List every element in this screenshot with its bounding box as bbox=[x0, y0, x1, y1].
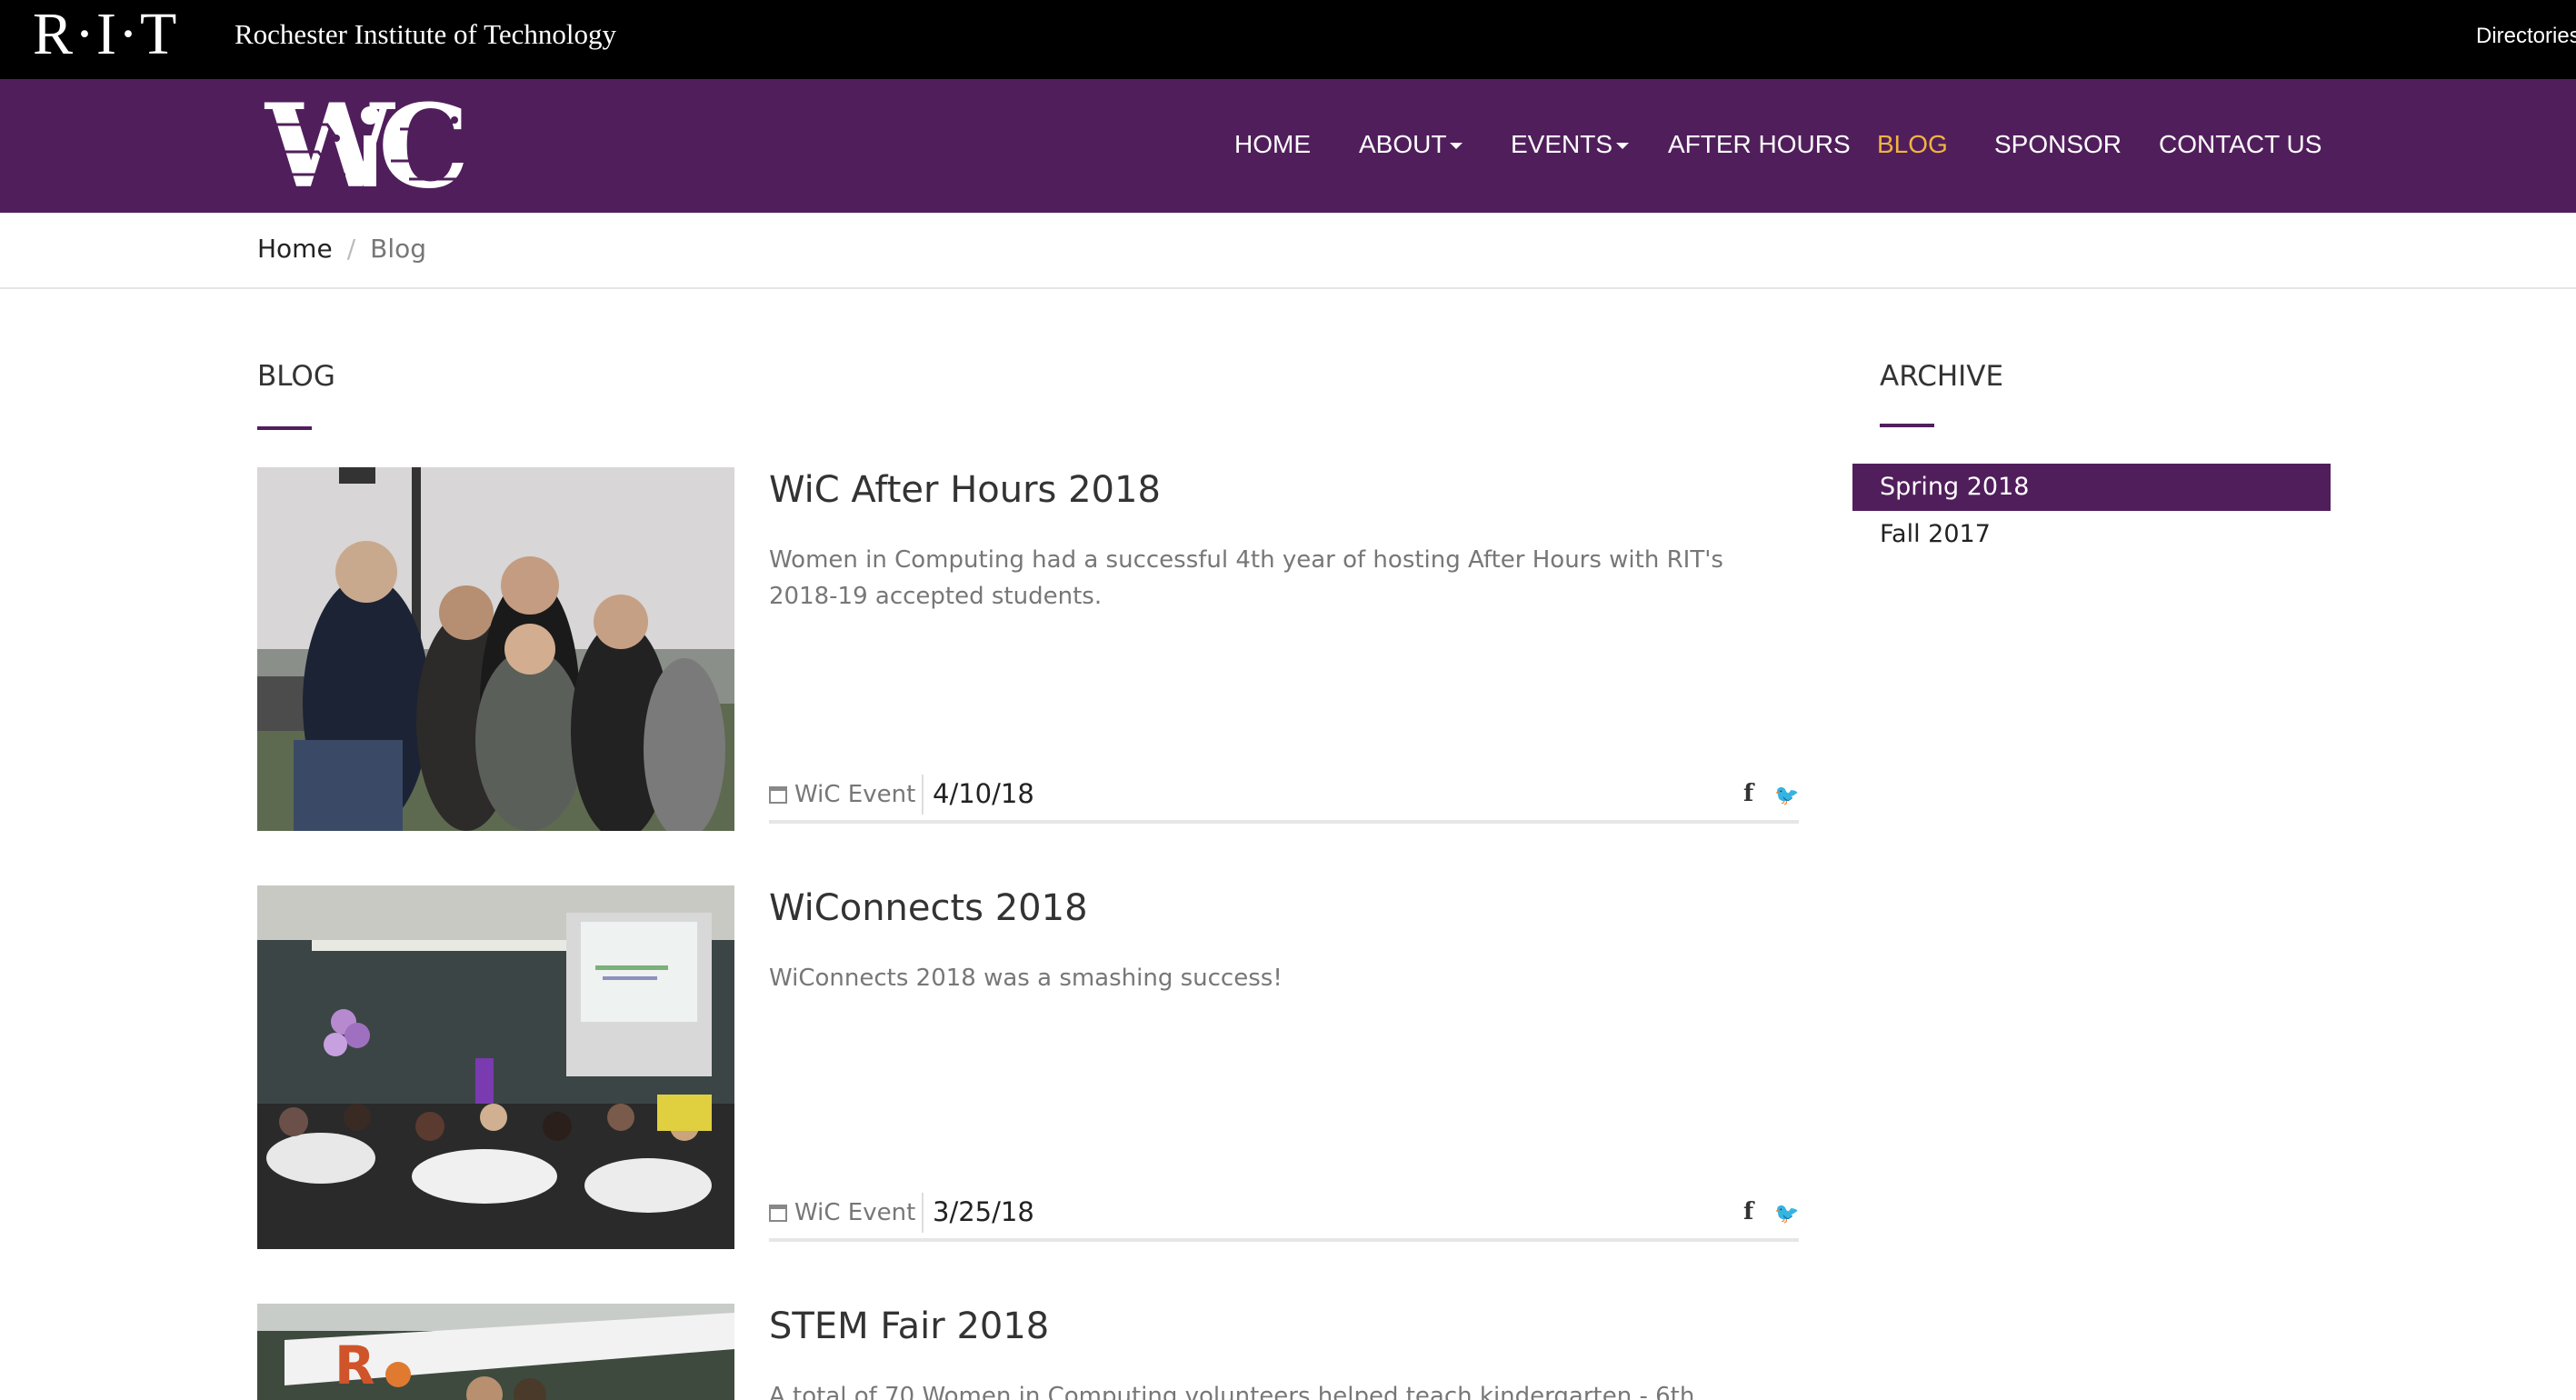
post-image-wiconnects[interactable] bbox=[257, 885, 734, 1249]
twitter-icon[interactable]: 🐦 bbox=[1774, 780, 1799, 811]
calendar-icon bbox=[769, 786, 787, 804]
blog-heading-underline bbox=[257, 426, 312, 430]
breadcrumb-current: Blog bbox=[370, 234, 427, 264]
directories-link[interactable]: Directories bbox=[2476, 22, 2576, 51]
archive-heading: ARCHIVE bbox=[1880, 360, 2004, 393]
breadcrumb-separator: / bbox=[346, 234, 356, 264]
archive-item-spring-2018[interactable]: Spring 2018 bbox=[1852, 464, 2331, 511]
nav-home[interactable]: HOME bbox=[1234, 126, 1311, 163]
archive-item-label: Spring 2018 bbox=[1880, 473, 2030, 501]
nav-contact-us[interactable]: CONTACT US bbox=[2159, 126, 2321, 163]
breadcrumb-home[interactable]: Home bbox=[257, 234, 333, 264]
facebook-icon[interactable]: f bbox=[1743, 1196, 1753, 1227]
nav-about-label: ABOUT bbox=[1359, 130, 1447, 158]
post-title[interactable]: STEM Fair 2018 bbox=[769, 1304, 1049, 1349]
blog-post: R STEM Fair 2018 A total of 70 Women in … bbox=[257, 1304, 1799, 1400]
archive-item-label: Fall 2017 bbox=[1880, 520, 1991, 548]
nav-events-label: EVENTS bbox=[1511, 130, 1613, 158]
post-meta: WiC Event 4/10/18 f 🐦 bbox=[769, 775, 1799, 824]
archive-item-fall-2017[interactable]: Fall 2017 bbox=[1852, 511, 2331, 558]
calendar-icon bbox=[769, 1205, 787, 1222]
meta-divider bbox=[922, 1193, 924, 1233]
post-category-label: WiC Event bbox=[794, 781, 916, 808]
nav-sponsor-label: SPONSOR bbox=[1994, 130, 2122, 158]
post-date: 3/25/18 bbox=[933, 1196, 1034, 1227]
post-category-label: WiC Event bbox=[794, 1199, 916, 1226]
rit-logo[interactable]: R·I·T bbox=[33, 2, 178, 67]
nav-menu: HOME ABOUT EVENTS AFTER HOURS BLOG SPONS… bbox=[0, 79, 2576, 213]
post-image-stem-fair[interactable]: R bbox=[257, 1304, 734, 1400]
post-image-after-hours[interactable] bbox=[257, 467, 734, 831]
post-date: 4/10/18 bbox=[933, 778, 1034, 809]
blog-post: WiConnects 2018 WiConnects 2018 was a sm… bbox=[257, 885, 1799, 1249]
breadcrumb-bar: Home / Blog bbox=[0, 213, 2576, 289]
nav-sponsor[interactable]: SPONSOR bbox=[1994, 126, 2122, 163]
facebook-icon[interactable]: f bbox=[1743, 778, 1753, 809]
nav-contact-us-label: CONTACT US bbox=[2159, 130, 2322, 158]
nav-after-hours-label: AFTER HOURS bbox=[1668, 130, 1851, 158]
post-photo bbox=[257, 467, 734, 831]
nav-home-label: HOME bbox=[1234, 130, 1311, 158]
post-photo bbox=[257, 885, 734, 1249]
post-photo: R bbox=[257, 1304, 734, 1400]
post-title[interactable]: WiConnects 2018 bbox=[769, 885, 1088, 931]
caret-down-icon bbox=[1616, 143, 1630, 150]
svg-text:R: R bbox=[334, 1335, 375, 1396]
post-meta: WiC Event 3/25/18 f 🐦 bbox=[769, 1193, 1799, 1242]
nav-blog-label: BLOG bbox=[1877, 130, 1948, 158]
caret-down-icon bbox=[1450, 143, 1463, 150]
post-category[interactable]: WiC Event bbox=[769, 1196, 915, 1229]
nav-about[interactable]: ABOUT bbox=[1359, 126, 1463, 163]
breadcrumb: Home / Blog bbox=[257, 231, 426, 267]
blog-post: WiC After Hours 2018 Women in Computing … bbox=[257, 467, 1799, 831]
blog-heading: BLOG bbox=[257, 360, 335, 393]
nav-after-hours[interactable]: AFTER HOURS bbox=[1668, 126, 1851, 163]
post-category[interactable]: WiC Event bbox=[769, 778, 915, 811]
twitter-icon[interactable]: 🐦 bbox=[1774, 1198, 1799, 1229]
post-excerpt: Women in Computing had a successful 4th … bbox=[769, 546, 1723, 610]
meta-divider bbox=[922, 775, 924, 815]
institute-name[interactable]: Rochester Institute of Technology bbox=[235, 16, 616, 53]
post-title[interactable]: WiC After Hours 2018 bbox=[769, 467, 1161, 513]
post-excerpt: WiConnects 2018 was a smashing success! bbox=[769, 965, 1283, 992]
main-nav-bar: W C HOME ABOUT EVENTS AFTER HOURS BLOG S… bbox=[0, 79, 2576, 214]
post-excerpt: A total of 70 Women in Computing volunte… bbox=[769, 1383, 1695, 1400]
nav-events[interactable]: EVENTS bbox=[1511, 126, 1630, 163]
archive-heading-underline bbox=[1880, 424, 1934, 427]
nav-blog[interactable]: BLOG bbox=[1877, 126, 1948, 163]
rit-header-bar: R·I·T Rochester Institute of Technology … bbox=[0, 0, 2576, 79]
